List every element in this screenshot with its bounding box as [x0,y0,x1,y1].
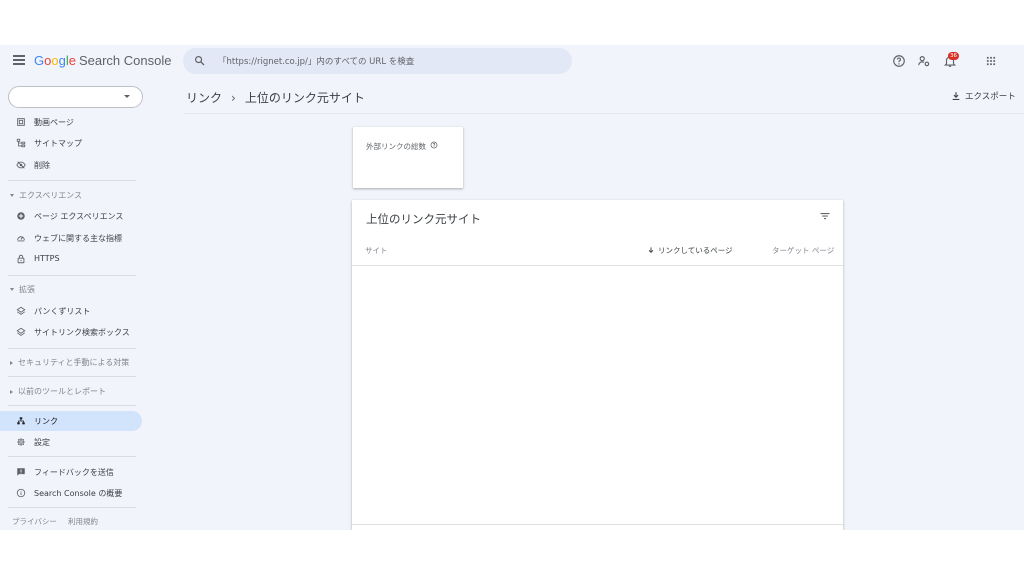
section-label: 以前のツールとレポート [18,387,106,396]
arrow-down-icon [648,247,654,253]
header-divider [184,113,1024,114]
section-security-toggle[interactable]: セキュリティと手動による対策 [10,357,129,368]
sidebar-item-label: 削除 [34,161,50,170]
chevron-down-icon [124,95,130,98]
sidebar-item-label: ページ エクスペリエンス [34,212,124,221]
gear-icon [17,438,25,446]
section-experience-toggle[interactable]: エクスペリエンス [10,190,82,201]
search-console-app: Google Search Console 「https://rignet.co.… [0,45,1024,530]
property-selector[interactable] [8,86,143,108]
breadcrumb-parent-link[interactable]: リンク [186,91,222,105]
breadcrumb-separator: › [231,91,236,105]
removals-icon [16,161,26,169]
expand-triangle-icon [10,288,14,291]
section-label: セキュリティと手動による対策 [18,358,130,367]
metric-label: 外部リンクの総数 [366,141,438,152]
sidebar-divider [8,180,136,181]
filter-icon[interactable] [819,210,831,222]
table-title: 上位のリンク元サイト [366,212,481,226]
sidebar-item-label: ウェブに関する主な指標 [34,234,122,243]
sidebar-item-sitemaps[interactable]: サイトマップ [0,133,142,153]
help-circle-icon[interactable] [430,141,438,149]
sidebar-item-core-web-vitals[interactable]: ウェブに関する主な指標 [0,228,142,248]
info-icon [16,488,26,498]
table-footer-divider [352,524,843,525]
sidebar-item-label: 設定 [34,438,50,447]
sidebar-item-label: 動画ページ [34,118,74,127]
total-external-links-card: 外部リンクの総数 [353,127,463,188]
section-enhancements-toggle[interactable]: 拡張 [10,284,35,295]
sidebar-item-label: HTTPS [34,254,60,263]
product-logo[interactable]: Google Search Console [34,53,171,68]
sidebar-divider [8,456,136,457]
table-header-divider [352,265,843,266]
search-placeholder: 「https://rignet.co.jp/」内のすべての URL を検査 [218,57,415,67]
menu-icon[interactable] [13,55,25,65]
sidebar-item-removals[interactable]: 削除 [0,155,142,175]
section-legacy-toggle[interactable]: 以前のツールとレポート [10,386,106,397]
notification-count-badge: 36 [948,52,959,60]
expand-triangle-icon [10,194,14,197]
product-name: Search Console [78,53,172,68]
page-experience-icon [17,212,25,220]
breadcrumb: リンク › 上位のリンク元サイト [186,89,365,106]
layers-icon [16,327,26,336]
sidebar-item-links[interactable]: リンク [0,411,142,431]
sidebar-item-feedback[interactable]: フィードバックを送信 [0,462,142,482]
sidebar-divider [8,348,136,349]
sidebar-item-label: Search Console の概要 [34,489,123,498]
help-icon[interactable] [892,54,906,68]
sidebar-divider [8,405,136,406]
export-button[interactable]: エクスポート [951,90,1016,102]
column-header-linking-pages[interactable]: リンクしているページ [647,245,733,256]
links-network-icon [17,417,25,425]
sidebar-item-sitelinks-searchbox[interactable]: サイトリンク検索ボックス [0,322,142,342]
terms-link[interactable]: 利用規約 [68,516,98,527]
core-web-vitals-icon [17,236,25,242]
sidebar-item-label: パンくずリスト [34,307,91,316]
sidebar-item-video-pages[interactable]: 動画ページ [0,112,142,132]
collapsed-triangle-icon [10,360,13,365]
section-label: エクスペリエンス [19,191,83,200]
sidebar-item-breadcrumbs[interactable]: パンくずリスト [0,301,142,321]
video-pages-icon [17,118,25,126]
sidebar-item-about[interactable]: Search Console の概要 [0,483,142,503]
sidebar-divider [8,275,136,276]
sidebar-item-page-experience[interactable]: ページ エクスペリエンス [0,206,142,226]
sidebar-item-label: サイトリンク検索ボックス [34,328,130,337]
sidebar-item-https[interactable]: HTTPS [0,249,142,269]
sitemap-icon [16,138,26,148]
section-label: 拡張 [19,285,35,294]
column-header-site[interactable]: サイト [365,245,388,256]
sidebar-divider [8,376,136,377]
sidebar-item-settings[interactable]: 設定 [0,432,142,452]
url-inspection-search[interactable]: 「https://rignet.co.jp/」内のすべての URL を検査 [183,48,572,74]
page-title: 上位のリンク元サイト [244,91,365,105]
sidebar-item-label: フィードバックを送信 [34,468,114,477]
export-label: エクスポート [965,92,1016,102]
layers-icon [16,306,26,315]
feedback-icon [17,468,25,476]
sidebar-item-label: サイトマップ [34,139,82,148]
collapsed-triangle-icon [10,389,13,394]
lock-icon [17,254,25,264]
search-icon [195,56,205,66]
top-linking-sites-table-card: 上位のリンク元サイト サイト リンクしているページ ターゲット ページ [352,200,843,530]
top-bar: Google Search Console 「https://rignet.co.… [0,45,1024,77]
sidebar-divider [8,507,136,508]
apps-grid-icon[interactable] [984,54,998,68]
column-header-target-pages[interactable]: ターゲット ページ [772,245,834,256]
manage-users-icon[interactable] [917,54,931,68]
sidebar-item-label: リンク [34,417,58,426]
privacy-link[interactable]: プライバシー [12,516,57,527]
download-icon [952,92,960,100]
